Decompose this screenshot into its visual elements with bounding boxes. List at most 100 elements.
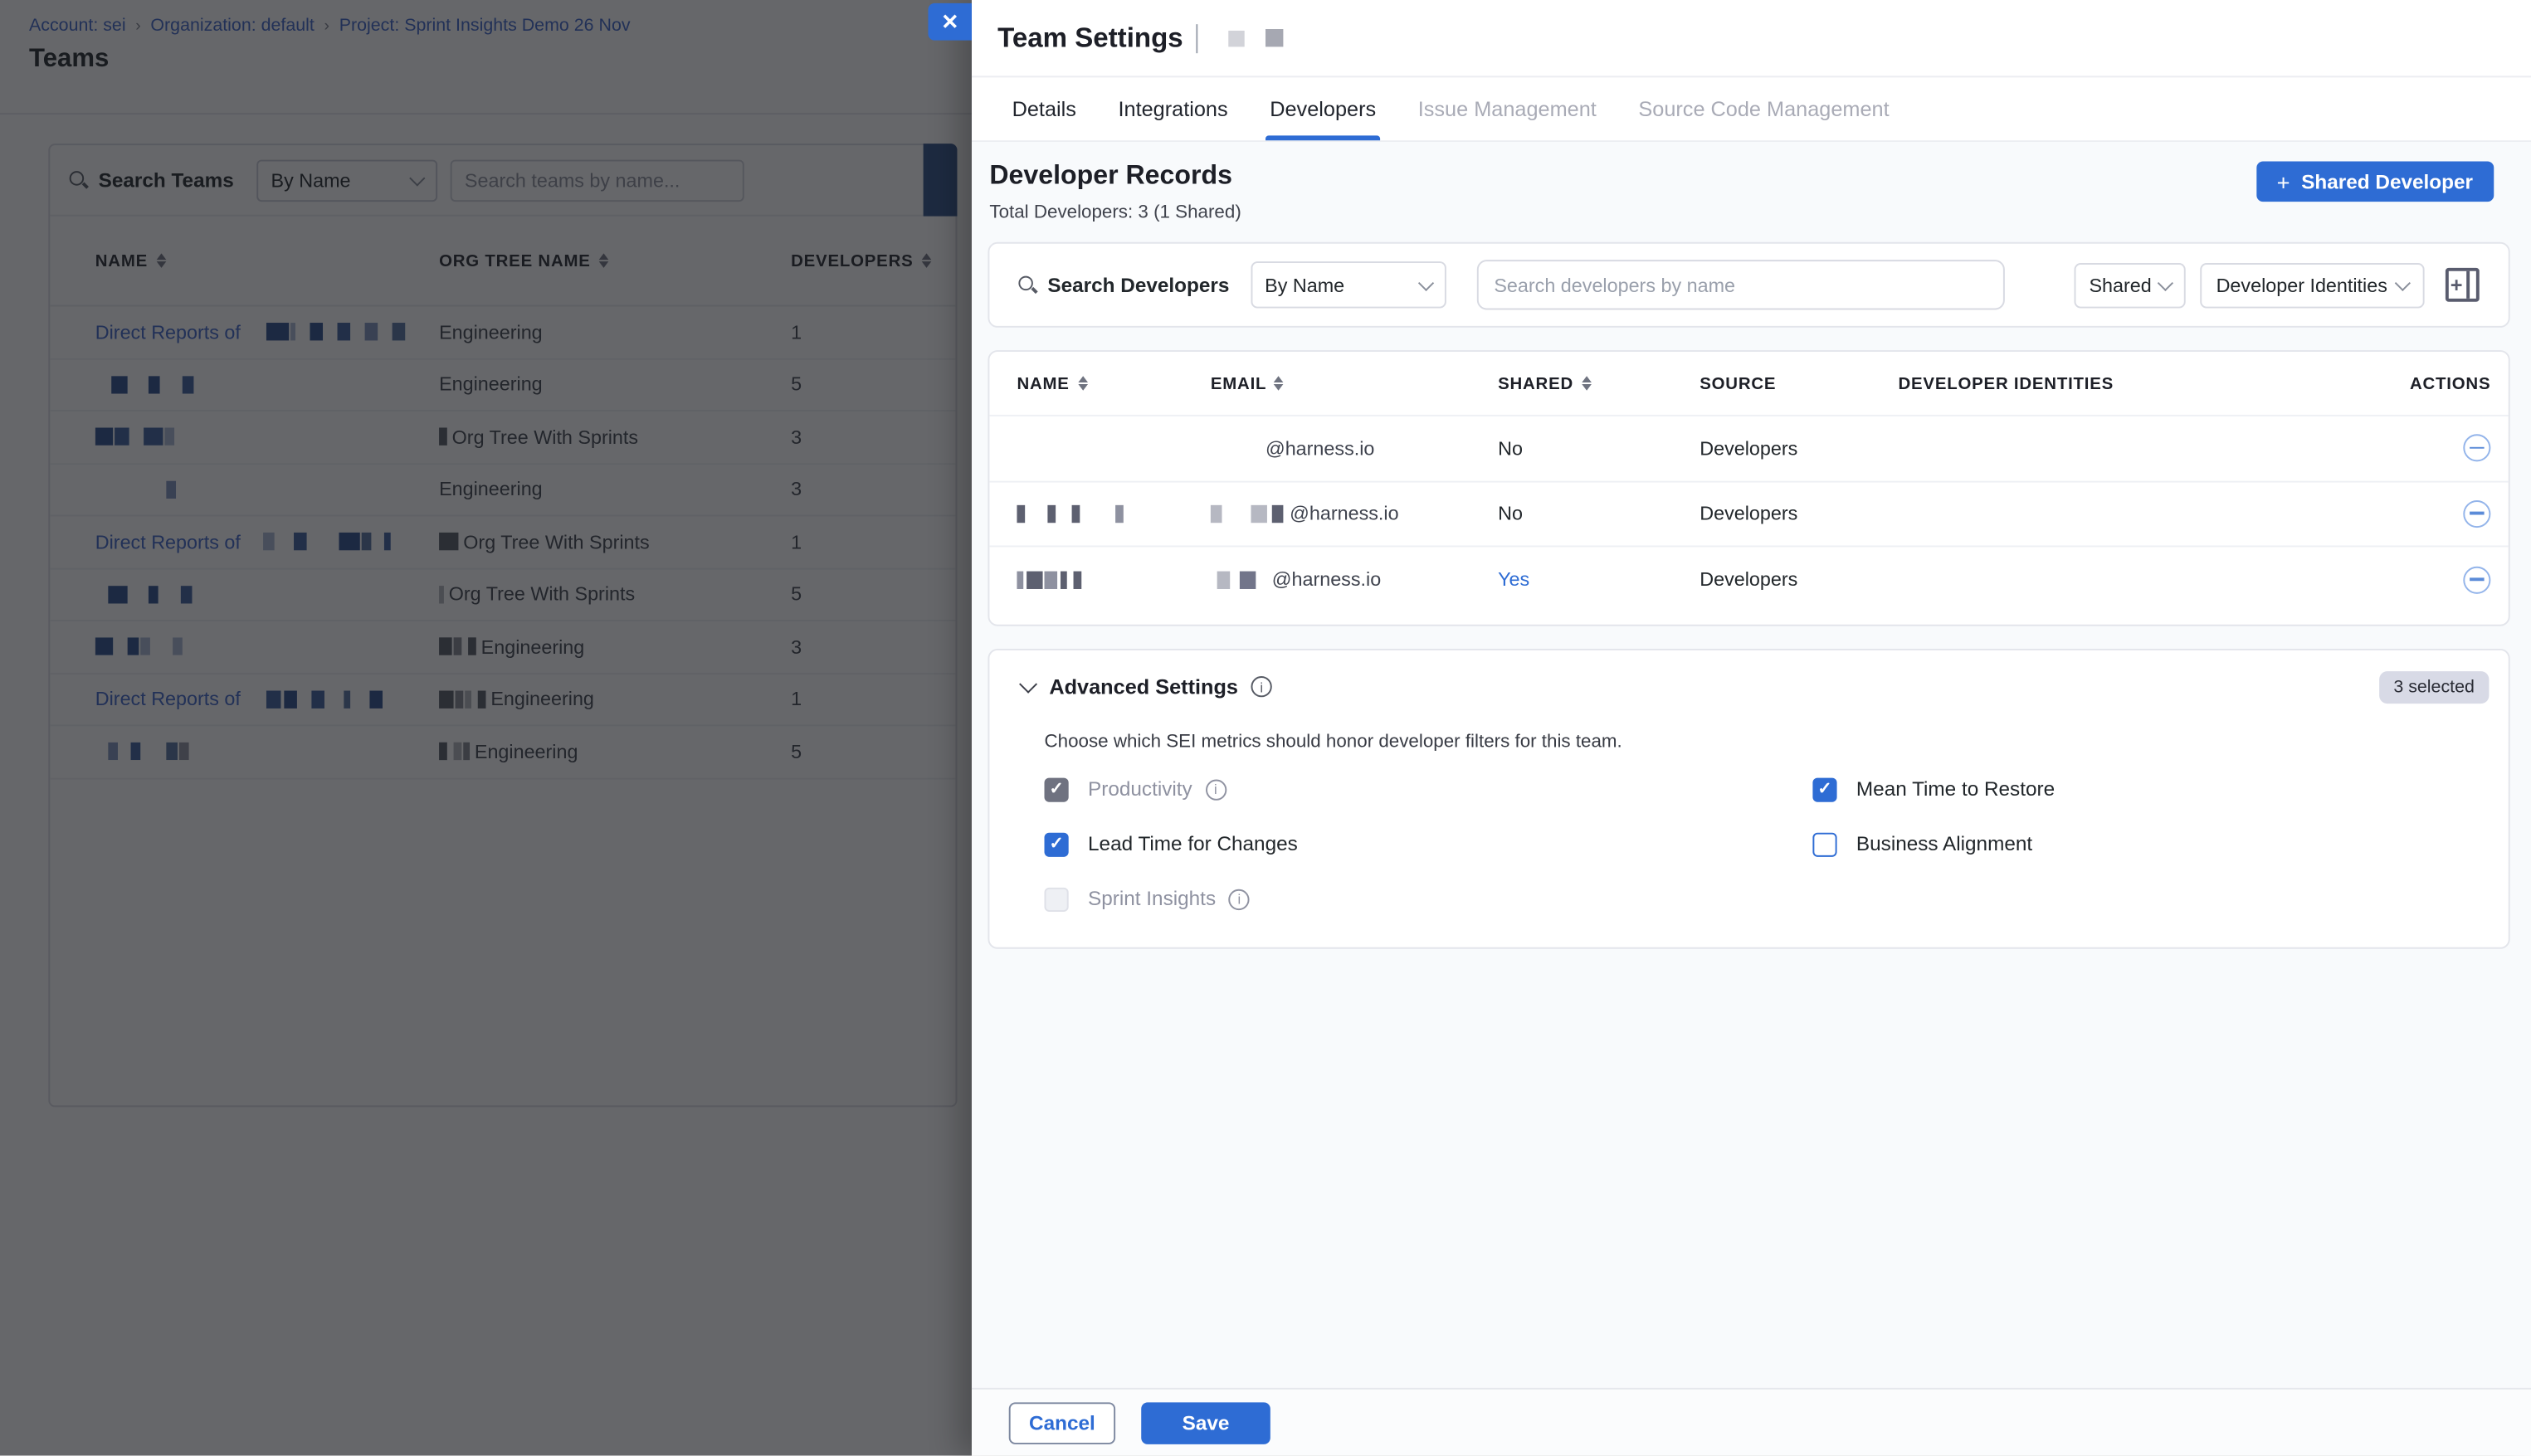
drawer-header: Team Settings: [972, 0, 2531, 77]
info-icon[interactable]: i: [1229, 889, 1250, 909]
dev-name-cell: [1017, 504, 1210, 522]
redaction-block: [1115, 504, 1124, 522]
checkbox-unchecked-icon[interactable]: [1812, 832, 1836, 856]
developer-search-filter-select[interactable]: By Name: [1251, 261, 1446, 308]
remove-developer-icon[interactable]: [2463, 435, 2490, 462]
developer-search-filter-value: By Name: [1265, 274, 1344, 296]
redaction-block: [1251, 504, 1266, 522]
tab-details[interactable]: Details: [991, 77, 1097, 140]
sort-icon[interactable]: [1273, 376, 1283, 391]
tab-source-code-management[interactable]: Source Code Management: [1617, 77, 1910, 140]
checkbox-mean-time-to-restore[interactable]: Mean Time to Restore: [1812, 777, 2055, 801]
sort-icon[interactable]: [1582, 376, 1592, 391]
developer-search-bar: Search Developers By Name Shared Develop…: [988, 242, 2509, 328]
checkbox-checked-icon[interactable]: [1045, 777, 1069, 801]
table-row[interactable]: @harness.ioNoDevelopers: [989, 482, 2508, 548]
table-row[interactable]: @harness.ioNoDevelopers: [989, 416, 2508, 482]
developer-identities-dropdown[interactable]: Developer Identities: [2200, 262, 2424, 307]
developer-table-body: @harness.ioNoDevelopers@harness.ioNoDeve…: [989, 416, 2508, 612]
checkbox-unchecked-icon[interactable]: [1045, 887, 1069, 911]
checkbox-label: Business Alignment: [1856, 833, 2032, 855]
dev-email-suffix: @harness.io: [1272, 568, 1381, 591]
redacted-email-prefix: [1211, 440, 1259, 457]
developer-search-input[interactable]: [1476, 260, 2004, 309]
search-icon: [1018, 276, 1036, 294]
close-icon[interactable]: ✕: [928, 3, 972, 41]
redaction-block: [1240, 571, 1256, 588]
save-button[interactable]: Save: [1141, 1401, 1270, 1444]
metric-checkbox-grid: Productivity i Lead Time for Changes Sprint…: [1018, 777, 2489, 911]
dev-shared-cell: No: [1498, 502, 1700, 524]
checkbox-label: Productivity: [1088, 778, 1192, 801]
redacted-team-name: [1229, 30, 1245, 46]
tab-integrations[interactable]: Integrations: [1097, 77, 1249, 140]
chevron-down-icon[interactable]: [1019, 675, 1037, 694]
sort-icon[interactable]: [1077, 376, 1087, 391]
info-icon[interactable]: i: [1205, 779, 1226, 800]
add-shared-developer-button[interactable]: + Shared Developer: [2255, 162, 2494, 202]
checkbox-label: Mean Time to Restore: [1856, 778, 2055, 801]
dev-name-cell: [1017, 571, 1210, 588]
drawer-content: Developer Records Total Developers: 3 (1…: [972, 142, 2531, 1388]
dev-col-identities: DEVELOPER IDENTITIES: [1899, 373, 2394, 392]
team-settings-drawer: Team Settings DetailsIntegrationsDevelop…: [972, 0, 2531, 1456]
modal-overlay[interactable]: [0, 0, 972, 1456]
chevron-down-icon: [2395, 275, 2411, 290]
screen: Account: sei › Organization: default › P…: [0, 0, 2531, 1456]
redaction-block: [1072, 504, 1080, 522]
section-title: Developer Records: [989, 162, 1241, 192]
developer-table: NAME EMAIL SHARED SOURCE DEVELOPER IDENT…: [988, 350, 2509, 626]
checkbox-checked-icon[interactable]: [1812, 777, 1836, 801]
drawer-title: Team Settings: [997, 22, 1183, 54]
checkbox-sprint-insights[interactable]: Sprint Insights i: [1045, 887, 1813, 911]
checkbox-label: Lead Time for Changes: [1088, 833, 1298, 855]
dev-shared-cell: Yes: [1498, 568, 1700, 591]
remove-developer-icon[interactable]: [2463, 500, 2490, 528]
dev-source-cell: Developers: [1700, 437, 1898, 460]
dev-email-cell: @harness.io: [1211, 437, 1498, 460]
redacted-dev-name: [1017, 571, 1081, 588]
chevron-down-icon: [1417, 275, 1433, 290]
redaction-block: [1061, 571, 1067, 588]
dev-actions-cell: [2394, 500, 2491, 528]
selected-count-badge: 3 selected: [2379, 670, 2490, 703]
dev-actions-cell: [2394, 566, 2491, 593]
redaction-block: [1256, 571, 1266, 588]
developer-table-header: NAME EMAIL SHARED SOURCE DEVELOPER IDENT…: [989, 352, 2508, 416]
redaction-block: [1045, 571, 1058, 588]
tab-developers[interactable]: Developers: [1249, 77, 1397, 140]
cancel-button[interactable]: Cancel: [1009, 1401, 1115, 1444]
advanced-settings-card: Advanced Settings i 3 selected Choose wh…: [988, 648, 2509, 948]
redaction-block: [1017, 571, 1023, 588]
dev-email-suffix: @harness.io: [1290, 502, 1398, 524]
advanced-settings-description: Choose which SEI metrics should honor de…: [1045, 732, 2490, 751]
checkbox-checked-icon[interactable]: [1045, 832, 1069, 856]
shared-filter-label: Shared: [2089, 274, 2151, 296]
dev-col-email: EMAIL: [1211, 373, 1266, 392]
redaction-block: [1047, 504, 1056, 522]
table-row[interactable]: @harness.io YesDevelopers: [989, 547, 2508, 612]
teams-page: Account: sei › Organization: default › P…: [0, 0, 972, 1456]
drawer-footer: Cancel Save: [972, 1388, 2531, 1456]
redaction-block: [1272, 504, 1284, 522]
add-column-icon[interactable]: [2446, 268, 2480, 302]
checkbox-productivity[interactable]: Productivity i: [1045, 777, 1813, 801]
redacted-email-prefix: [1211, 571, 1266, 588]
section-subtitle: Total Developers: 3 (1 Shared): [989, 203, 1241, 222]
dev-source-cell: Developers: [1700, 568, 1898, 591]
checkbox-business-alignment[interactable]: Business Alignment: [1812, 832, 2055, 856]
dev-email-suffix: @harness.io: [1266, 437, 1374, 460]
remove-developer-icon[interactable]: [2463, 566, 2490, 593]
advanced-settings-title: Advanced Settings: [1049, 674, 1238, 699]
tab-issue-management[interactable]: Issue Management: [1397, 77, 1617, 140]
chevron-down-icon: [2158, 275, 2173, 290]
checkbox-label: Sprint Insights: [1088, 888, 1216, 910]
redaction-block: [1217, 571, 1231, 588]
info-icon[interactable]: i: [1251, 676, 1272, 697]
dev-col-name: NAME: [1017, 373, 1069, 392]
checkbox-lead-time-for-changes[interactable]: Lead Time for Changes: [1045, 832, 1813, 856]
redacted-team-name: [1266, 29, 1284, 46]
redaction-block: [1211, 504, 1222, 522]
shared-filter-dropdown[interactable]: Shared: [2075, 262, 2186, 307]
redaction-block: [1027, 571, 1042, 588]
